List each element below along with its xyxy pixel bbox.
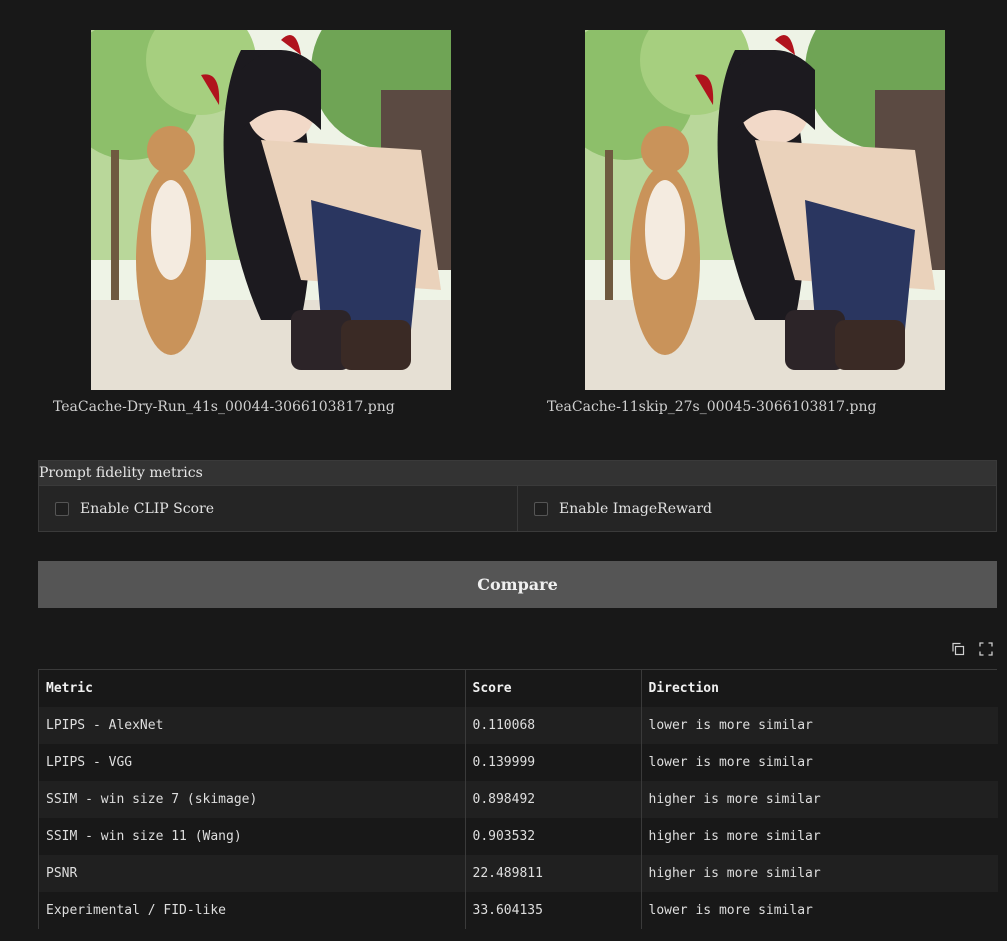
imagereward-label: Enable ImageReward xyxy=(559,501,712,517)
clip-score-label: Enable CLIP Score xyxy=(80,501,215,517)
table-row: SSIM - win size 11 (Wang) 0.903532 highe… xyxy=(39,818,998,855)
compare-button[interactable]: Compare xyxy=(38,561,997,608)
illustration-image xyxy=(585,30,945,390)
score-cell: 0.139999 xyxy=(464,744,641,781)
table-row: SSIM - win size 7 (skimage) 0.898492 hig… xyxy=(39,781,998,818)
prompt-fidelity-panel: Prompt fidelity metrics Enable CLIP Scor… xyxy=(38,460,997,532)
table-row: PSNR 22.489811 higher is more similar xyxy=(39,855,998,892)
metric-cell: LPIPS - AlexNet xyxy=(39,707,465,744)
fidelity-options: Enable CLIP Score Enable ImageReward xyxy=(39,486,996,532)
table-row: LPIPS - VGG 0.139999 lower is more simil… xyxy=(39,744,998,781)
direction-cell: higher is more similar xyxy=(640,781,998,818)
clip-score-checkbox[interactable] xyxy=(55,502,69,516)
imagereward-checkbox[interactable] xyxy=(534,502,548,516)
column-header-direction[interactable]: Direction xyxy=(640,670,998,707)
direction-cell: higher is more similar xyxy=(640,818,998,855)
direction-cell: lower is more similar xyxy=(640,707,998,744)
direction-cell: higher is more similar xyxy=(640,855,998,892)
image-filename-b: TeaCache-11skip_27s_00045-3066103817.png xyxy=(547,399,877,415)
score-cell: 22.489811 xyxy=(464,855,641,892)
clip-score-option[interactable]: Enable CLIP Score xyxy=(39,486,517,532)
image-card-b: TeaCache-11skip_27s_00045-3066103817.png xyxy=(494,0,988,440)
prompt-fidelity-title: Prompt fidelity metrics xyxy=(39,461,996,486)
metric-cell: Experimental / FID-like xyxy=(39,892,465,929)
metric-cell: LPIPS - VGG xyxy=(39,744,465,781)
image-card-a: TeaCache-Dry-Run_41s_00044-3066103817.pn… xyxy=(0,0,494,440)
image-filename-a: TeaCache-Dry-Run_41s_00044-3066103817.pn… xyxy=(53,399,395,415)
table-row: LPIPS - AlexNet 0.110068 lower is more s… xyxy=(39,707,998,744)
score-cell: 0.110068 xyxy=(464,707,641,744)
illustration-image xyxy=(91,30,451,390)
copy-icon[interactable] xyxy=(951,642,965,656)
table-row: Experimental / FID-like 33.604135 lower … xyxy=(39,892,998,929)
metric-cell: SSIM - win size 7 (skimage) xyxy=(39,781,465,818)
table-header-row: Metric Score Direction xyxy=(39,670,998,707)
results-table: Metric Score Direction LPIPS - AlexNet 0… xyxy=(38,669,998,929)
image-preview-a[interactable] xyxy=(91,30,451,390)
column-header-score[interactable]: Score xyxy=(464,670,641,707)
score-cell: 33.604135 xyxy=(464,892,641,929)
direction-cell: lower is more similar xyxy=(640,892,998,929)
metric-cell: SSIM - win size 11 (Wang) xyxy=(39,818,465,855)
score-cell: 0.898492 xyxy=(464,781,641,818)
image-preview-b[interactable] xyxy=(585,30,945,390)
direction-cell: lower is more similar xyxy=(640,744,998,781)
imagereward-option[interactable]: Enable ImageReward xyxy=(517,486,996,532)
score-cell: 0.903532 xyxy=(464,818,641,855)
column-header-metric[interactable]: Metric xyxy=(39,670,465,707)
metric-cell: PSNR xyxy=(39,855,465,892)
fullscreen-icon[interactable] xyxy=(979,642,993,656)
